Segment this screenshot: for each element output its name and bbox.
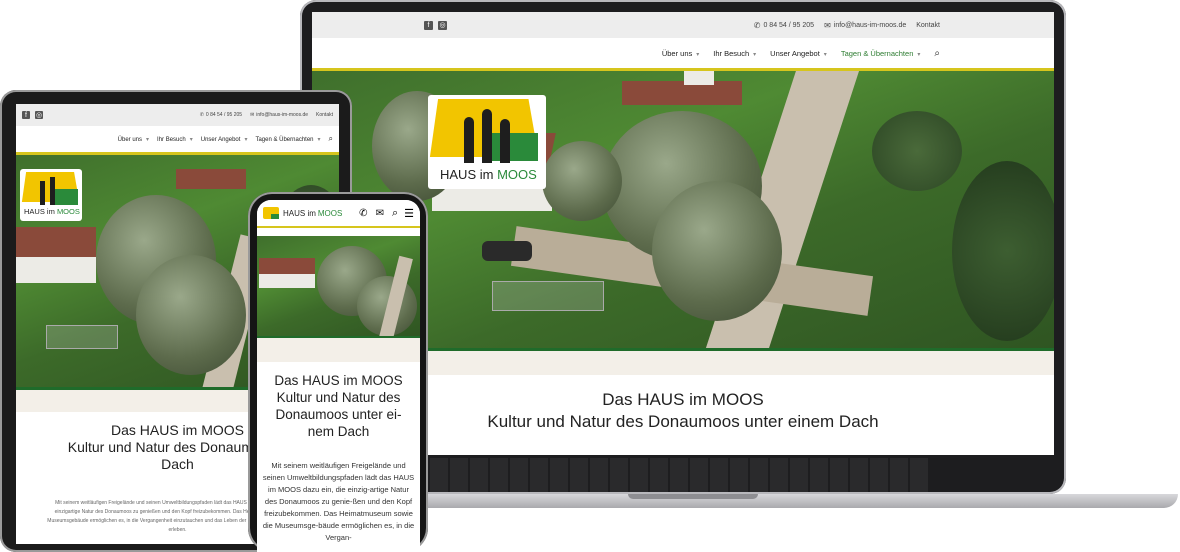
logo-text-moos: MOOS bbox=[317, 208, 343, 218]
search-icon[interactable]: ⌕ bbox=[392, 207, 398, 220]
phone-screen: HAUS im MOOS ✆ ✉ ⌕ ☰ Das HAUS im MOOS Ku… bbox=[257, 200, 420, 552]
logo[interactable]: HAUS im MOOS bbox=[428, 95, 546, 189]
nav-item-ihr-besuch[interactable]: Ihr Besuch ▾ bbox=[713, 49, 756, 58]
nav-item-ueber-uns[interactable]: Über uns ▾ bbox=[118, 136, 149, 143]
accent-line bbox=[257, 226, 420, 228]
headline-1: Das HAUS im MOOS bbox=[274, 373, 403, 388]
page-title: Das HAUS im MOOS Kultur und Natur des Do… bbox=[263, 372, 414, 440]
mail-icon[interactable]: ✉ bbox=[376, 208, 384, 219]
intro-text: Mit seinem weitläufigen Freigelände und … bbox=[262, 461, 415, 542]
hero-image bbox=[257, 236, 420, 336]
top-bar: f ◎ ✆ 0 84 54 / 95 205 ✉ info@haus-im-mo… bbox=[312, 12, 1054, 38]
instagram-icon[interactable]: ◎ bbox=[35, 111, 43, 119]
top-bar: f ◎ ✆ 0 84 54 / 95 205 ✉ info@haus-im-mo… bbox=[16, 104, 339, 126]
nav-item-ueber-uns[interactable]: Über uns ▾ bbox=[662, 49, 699, 58]
phone-number[interactable]: 0 84 54 / 95 205 bbox=[206, 112, 242, 118]
search-icon[interactable]: ⌕ bbox=[934, 48, 940, 59]
logo-text: HAUS im bbox=[440, 167, 494, 182]
logo-text-moos: MOOS bbox=[56, 207, 80, 216]
nav-item-unser-angebot[interactable]: Unser Angebot ▾ bbox=[770, 49, 827, 58]
instagram-icon[interactable]: ◎ bbox=[438, 20, 447, 30]
phone-icon: ✆ bbox=[199, 112, 204, 118]
contact-link[interactable]: Kontakt bbox=[316, 112, 333, 118]
laptop-base-notch bbox=[628, 494, 758, 499]
logo-text: HAUS im bbox=[24, 207, 55, 216]
main-nav: Über uns ▾ Ihr Besuch ▾ Unser Angebot ▾ Tag… bbox=[16, 126, 339, 152]
mail-icon: ✉ bbox=[250, 112, 255, 118]
email-link[interactable]: info@haus-im-moos.de bbox=[256, 112, 308, 118]
facebook-icon[interactable]: f bbox=[424, 20, 433, 30]
nav-item-ihr-besuch[interactable]: Ihr Besuch ▾ bbox=[157, 136, 193, 143]
headline-2: Kultur und Natur des Donaumoos unter ei-… bbox=[275, 390, 402, 439]
phone-number[interactable]: 0 84 54 / 95 205 bbox=[763, 22, 814, 29]
phone-icon[interactable]: ✆ bbox=[359, 208, 367, 219]
phone-icon: ✆ bbox=[753, 20, 761, 30]
email-link[interactable]: info@haus-im-moos.de bbox=[834, 22, 906, 29]
logo[interactable] bbox=[263, 207, 279, 219]
phone-header: HAUS im MOOS ✆ ✉ ⌕ ☰ bbox=[257, 200, 420, 226]
search-icon[interactable]: ⌕ bbox=[329, 134, 333, 144]
laptop-keyboard-area bbox=[430, 458, 930, 492]
logo-text-moos: MOOS bbox=[497, 167, 537, 182]
hamburger-menu-icon[interactable]: ☰ bbox=[404, 207, 414, 220]
logo[interactable]: HAUS im MOOS bbox=[20, 169, 82, 221]
nav-item-tagen-uebernachten[interactable]: Tagen & Übernachten ▾ bbox=[255, 136, 320, 143]
mail-icon: ✉ bbox=[824, 20, 831, 30]
logo-text: HAUS im bbox=[283, 208, 316, 218]
main-nav: Über uns ▾ Ihr Besuch ▾ Unser Angebot ▾ Tag… bbox=[312, 38, 1054, 68]
beige-band bbox=[257, 338, 420, 362]
nav-item-tagen-uebernachten[interactable]: Tagen & Übernachten ▾ bbox=[841, 49, 921, 58]
contact-link[interactable]: Kontakt bbox=[916, 22, 940, 29]
nav-item-unser-angebot[interactable]: Unser Angebot ▾ bbox=[201, 136, 248, 143]
facebook-icon[interactable]: f bbox=[22, 111, 30, 119]
